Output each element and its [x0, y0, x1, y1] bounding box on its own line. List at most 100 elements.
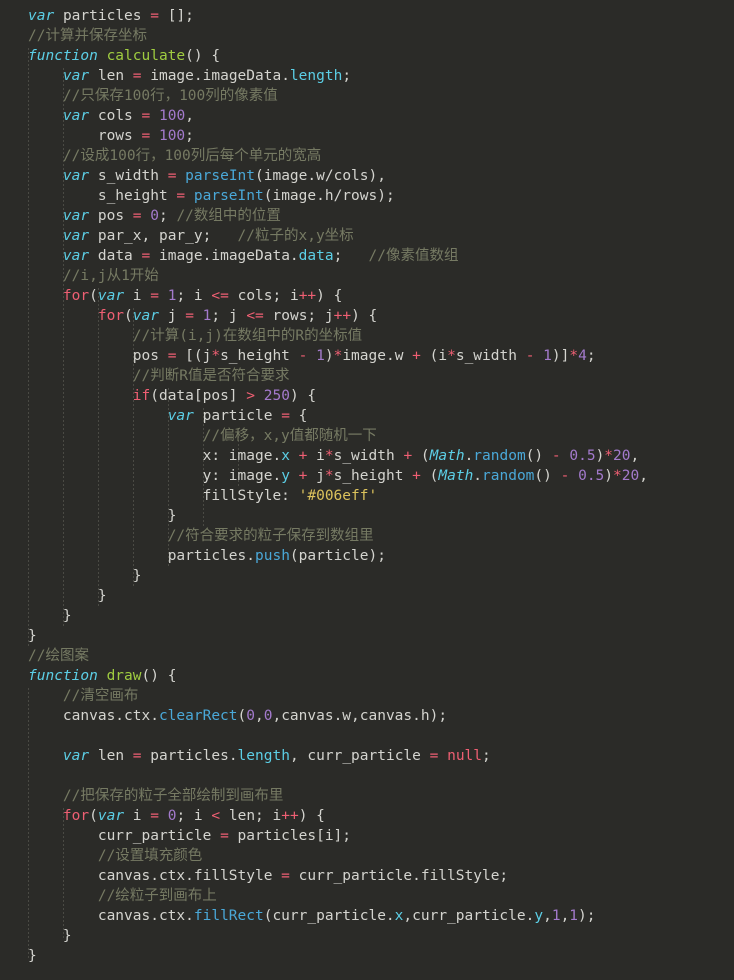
code-line[interactable]: pos = [(j*s_height - 1)*image.w + (i*s_w… [0, 346, 734, 366]
code-line[interactable]: var len = particles.length, curr_particl… [0, 746, 734, 766]
code-token-op: + [412, 348, 421, 364]
code-line[interactable]: //i,j从1开始 [0, 266, 734, 286]
code-token-cmt: //绘图案 [28, 648, 89, 664]
code-line[interactable]: } [0, 566, 734, 586]
code-token-plain: , [560, 908, 570, 924]
code-line[interactable]: var pos = 0; //数组中的位置 [0, 206, 734, 226]
code-line[interactable]: if(data[pos] > 250) { [0, 386, 734, 406]
code-line[interactable]: var cols = 100, [0, 106, 734, 126]
code-token-cmt: //清空画布 [62, 688, 139, 704]
code-token-plain: ,curr_particle. [403, 908, 535, 924]
code-line[interactable]: for(var j = 1; j <= rows; j++) { [0, 306, 734, 326]
code-line[interactable]: function draw() { [0, 666, 734, 686]
code-line[interactable]: //清空画布 [0, 686, 734, 706]
code-token-op: * [324, 448, 334, 464]
code-token-plain: s_width [455, 348, 526, 364]
code-token-num: 0.5 [569, 448, 596, 464]
code-line[interactable] [0, 766, 734, 786]
code-token-fn: draw [106, 668, 142, 684]
code-line[interactable]: var data = image.imageData.data; //像素值数组 [0, 246, 734, 266]
code-line[interactable]: curr_particle = particles[i]; [0, 826, 734, 846]
code-token-plain: (curr_particle. [263, 908, 395, 924]
code-token-plain: curr_particle [97, 828, 221, 844]
code-token-plain: , curr_particle [289, 748, 430, 764]
code-line[interactable]: //判断R值是否符合要求 [0, 366, 734, 386]
code-line[interactable]: rows = 100; [0, 126, 734, 146]
code-line[interactable]: } [0, 946, 734, 966]
code-line[interactable]: //绘图案 [0, 646, 734, 666]
code-line[interactable]: s_height = parseInt(image.h/rows); [0, 186, 734, 206]
code-line[interactable]: } [0, 926, 734, 946]
code-line[interactable]: //计算(i,j)在数组中的R的坐标值 [0, 326, 734, 346]
code-line[interactable]: var particle = { [0, 406, 734, 426]
code-token-op: * [569, 348, 579, 364]
code-token-cmt: //只保存100行，100列的像素值 [62, 88, 278, 104]
code-token-plain: ) { [289, 388, 317, 404]
code-line[interactable]: var par_x, par_y; //粒子的x,y坐标 [0, 226, 734, 246]
code-line[interactable]: var s_width = parseInt(image.w/cols), [0, 166, 734, 186]
code-line[interactable]: var len = image.imageData.length; [0, 66, 734, 86]
code-line[interactable]: canvas.ctx.fillRect(curr_particle.x,curr… [0, 906, 734, 926]
code-line[interactable]: for(var i = 1; i <= cols; i++) { [0, 286, 734, 306]
code-line[interactable]: //只保存100行，100列的像素值 [0, 86, 734, 106]
code-line[interactable]: //计算并保存坐标 [0, 26, 734, 46]
code-line[interactable]: y: image.y + j*s_height + (Math.random()… [0, 466, 734, 486]
code-editor[interactable]: var particles = []; //计算并保存坐标 function cal… [0, 0, 734, 980]
code-token-kw: var [97, 288, 125, 304]
code-token-op: = [132, 208, 142, 224]
code-token-plain: []; [158, 8, 194, 24]
code-line[interactable] [0, 726, 734, 746]
code-token-fn: calculate [106, 48, 186, 64]
code-line[interactable]: canvas.ctx.fillStyle = curr_particle.fil… [0, 866, 734, 886]
code-line[interactable]: x: image.x + i*s_width + (Math.random() … [0, 446, 734, 466]
code-token-num: 0 [246, 708, 255, 724]
code-token-plain: ; [342, 68, 352, 84]
code-token-plain: y: image. [202, 468, 282, 484]
code-content[interactable]: var particles = []; //计算并保存坐标 function cal… [0, 6, 734, 966]
code-line[interactable]: var particles = []; [0, 6, 734, 26]
code-line[interactable]: canvas.ctx.clearRect(0,0,canvas.w,canvas… [0, 706, 734, 726]
code-token-plain: x: image. [202, 448, 282, 464]
code-token-plain: rows [97, 128, 142, 144]
code-line[interactable]: } [0, 626, 734, 646]
code-token-meth: parseInt [185, 168, 256, 184]
code-line[interactable]: } [0, 586, 734, 606]
code-line[interactable]: //符合要求的粒子保存到数组里 [0, 526, 734, 546]
code-token-plain: canvas.ctx. [97, 908, 194, 924]
code-line[interactable]: //偏移，x,y值都随机一下 [0, 426, 734, 446]
code-token-ctrl: if [132, 388, 151, 404]
code-line[interactable]: //设置填充颜色 [0, 846, 734, 866]
code-token-num: 1 [569, 908, 579, 924]
code-line[interactable]: //绘粒子到画布上 [0, 886, 734, 906]
code-token-plain: (i [420, 348, 448, 364]
code-line[interactable]: for(var i = 0; i < len; i++) { [0, 806, 734, 826]
code-token-plain: canvas.ctx.fillStyle [97, 868, 282, 884]
code-line[interactable]: //设成100行，100列后每个单元的宽高 [0, 146, 734, 166]
code-line[interactable]: function calculate() { [0, 46, 734, 66]
code-token-prop: y [534, 908, 544, 924]
code-token-plain: } [62, 928, 72, 944]
code-token-cls: Math [438, 468, 474, 484]
code-line[interactable]: fillStyle: '#006eff' [0, 486, 734, 506]
code-token-plain: () { [141, 668, 177, 684]
code-token-op: * [324, 468, 334, 484]
code-line[interactable]: } [0, 506, 734, 526]
code-token-plain: ) [595, 448, 605, 464]
code-line[interactable]: } [0, 606, 734, 626]
code-line[interactable]: //把保存的粒子全部绘制到画布里 [0, 786, 734, 806]
code-line[interactable]: particles.push(particle); [0, 546, 734, 566]
code-token-plain: (image.h/rows); [263, 188, 395, 204]
code-token-op: = [132, 68, 142, 84]
